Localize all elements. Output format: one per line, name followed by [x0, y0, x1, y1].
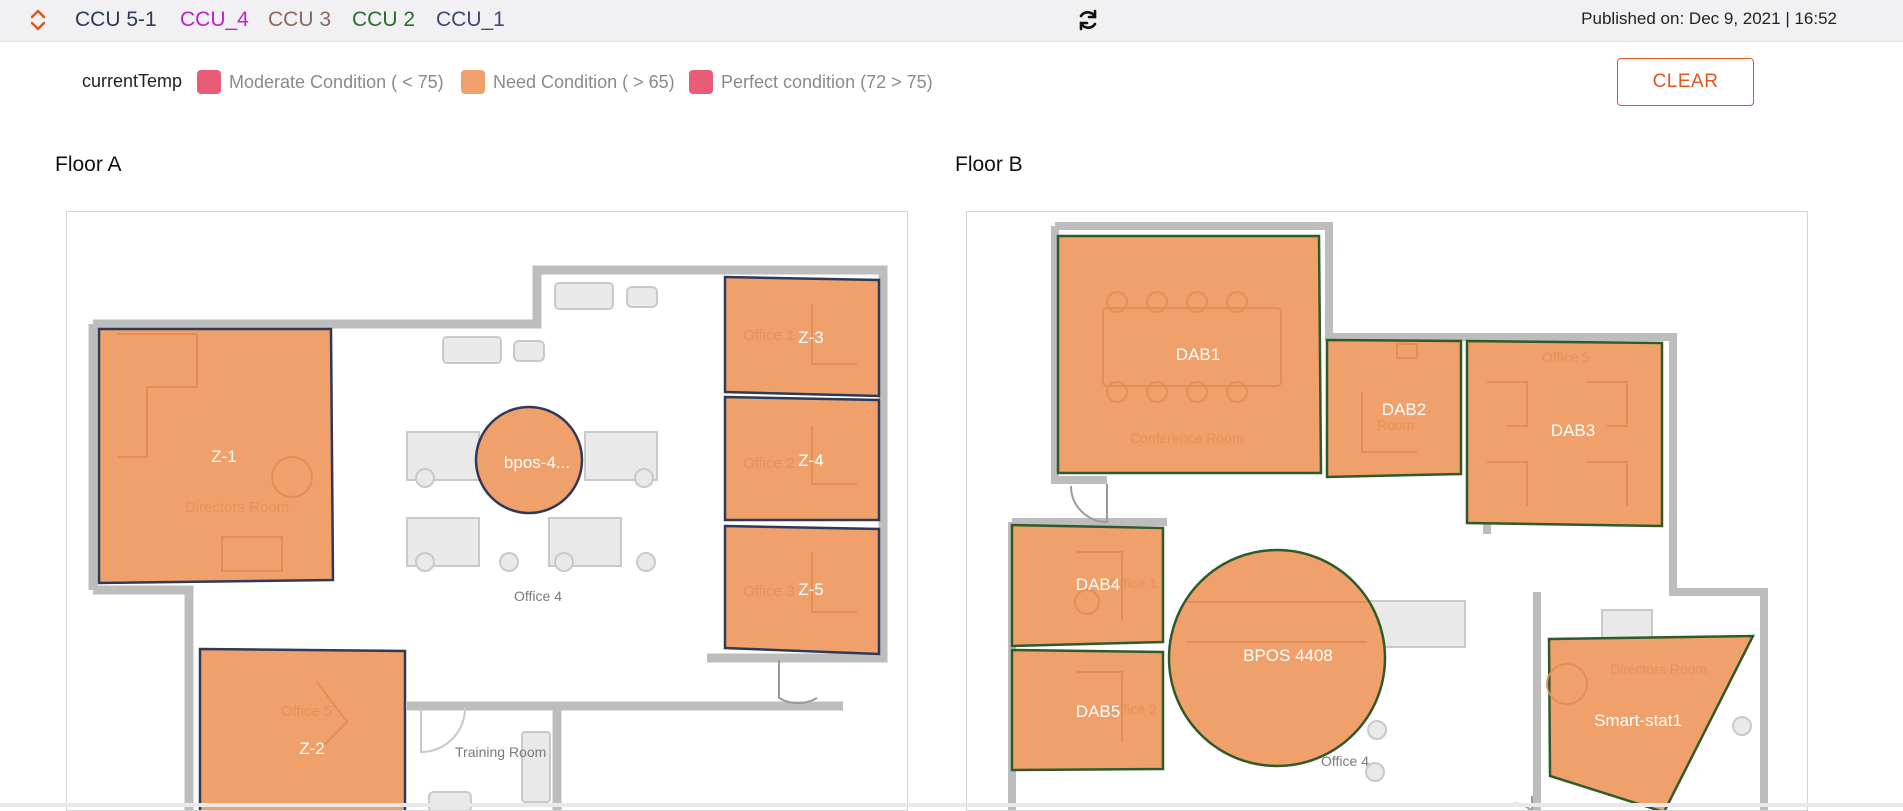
- legend-label: Perfect condition (72 > 75): [721, 71, 933, 92]
- room-text: Directors Room: [185, 499, 289, 516]
- tab-ccu-3[interactable]: CCU 3: [268, 8, 331, 32]
- room-text: Office 3: [743, 583, 794, 600]
- zone-z-2-shape: [198, 647, 407, 810]
- room-text: Office 4: [514, 588, 562, 604]
- top-bar: CCU 5-1 CCU_4 CCU 3 CCU 2 CCU_1 Publishe…: [0, 0, 1903, 42]
- zone-label-dab3[interactable]: DAB3: [1551, 421, 1595, 441]
- legend-label: Moderate Condition ( < 75): [229, 71, 444, 92]
- zone-label-dab4[interactable]: DAB4: [1076, 575, 1120, 595]
- sort-arrows-icon[interactable]: [28, 7, 48, 33]
- legend-swatch: [197, 70, 221, 94]
- refresh-icon[interactable]: [1076, 8, 1100, 32]
- published-timestamp: Published on: Dec 9, 2021 | 16:52: [1581, 9, 1837, 28]
- tab-ccu-5-1[interactable]: CCU 5-1: [75, 8, 157, 32]
- zone-label-z-1[interactable]: Z-1: [211, 447, 237, 467]
- zone-label-dab5[interactable]: DAB5: [1076, 702, 1120, 722]
- zone-label-z-2[interactable]: Z-2: [299, 739, 325, 759]
- tab-ccu-2[interactable]: CCU 2: [352, 8, 415, 32]
- legend-label: Need Condition ( > 65): [493, 71, 675, 92]
- legend-item-need: Need Condition ( > 65): [461, 70, 675, 94]
- tab-ccu-4[interactable]: CCU_4: [180, 8, 249, 32]
- zone-label-bpos-4408[interactable]: BPOS 4408: [1243, 646, 1333, 666]
- legend-swatch: [461, 70, 485, 94]
- clear-button[interactable]: CLEAR: [1617, 58, 1754, 106]
- room-text: Office 2: [743, 455, 794, 472]
- legend-title: currentTemp: [82, 71, 183, 91]
- room-text: Office 5: [1542, 349, 1590, 365]
- room-text: Office 5: [281, 703, 332, 720]
- floor-a-plan: Directors Room Office 1 Office 2 Office …: [66, 211, 908, 811]
- floor-a-map: Directors Room Office 1 Office 2 Office …: [88, 265, 888, 810]
- zone-label-z-4[interactable]: Z-4: [798, 451, 824, 471]
- legend-swatch: [689, 70, 713, 94]
- zone-label-z-5[interactable]: Z-5: [798, 580, 824, 600]
- floor-b-plan: Conference Room Room Office 5 Office 1 O…: [966, 211, 1808, 811]
- room-text: Office 4: [1321, 753, 1369, 769]
- zone-label-dab1[interactable]: DAB1: [1176, 345, 1220, 365]
- zone-label-smart-stat1[interactable]: Smart-stat1: [1594, 711, 1682, 731]
- zone-label-dab2[interactable]: DAB2: [1382, 400, 1426, 420]
- room-text: Conference Room: [1130, 430, 1244, 446]
- floor-a-title: Floor A: [55, 153, 122, 176]
- zone-label-z-3[interactable]: Z-3: [798, 328, 824, 348]
- legend-item-moderate: Moderate Condition ( < 75): [197, 70, 444, 94]
- floor-b-title: Floor B: [955, 153, 1023, 176]
- room-text: Directors Room: [1610, 661, 1707, 677]
- legend-item-perfect: Perfect condition (72 > 75): [689, 70, 933, 94]
- zone-label-bpos-4[interactable]: bpos-4...: [504, 453, 570, 473]
- room-text: Office 1: [743, 327, 794, 344]
- bottom-divider: [0, 803, 1903, 807]
- room-text: Training Room: [455, 744, 546, 760]
- tab-ccu-1[interactable]: CCU_1: [436, 8, 505, 32]
